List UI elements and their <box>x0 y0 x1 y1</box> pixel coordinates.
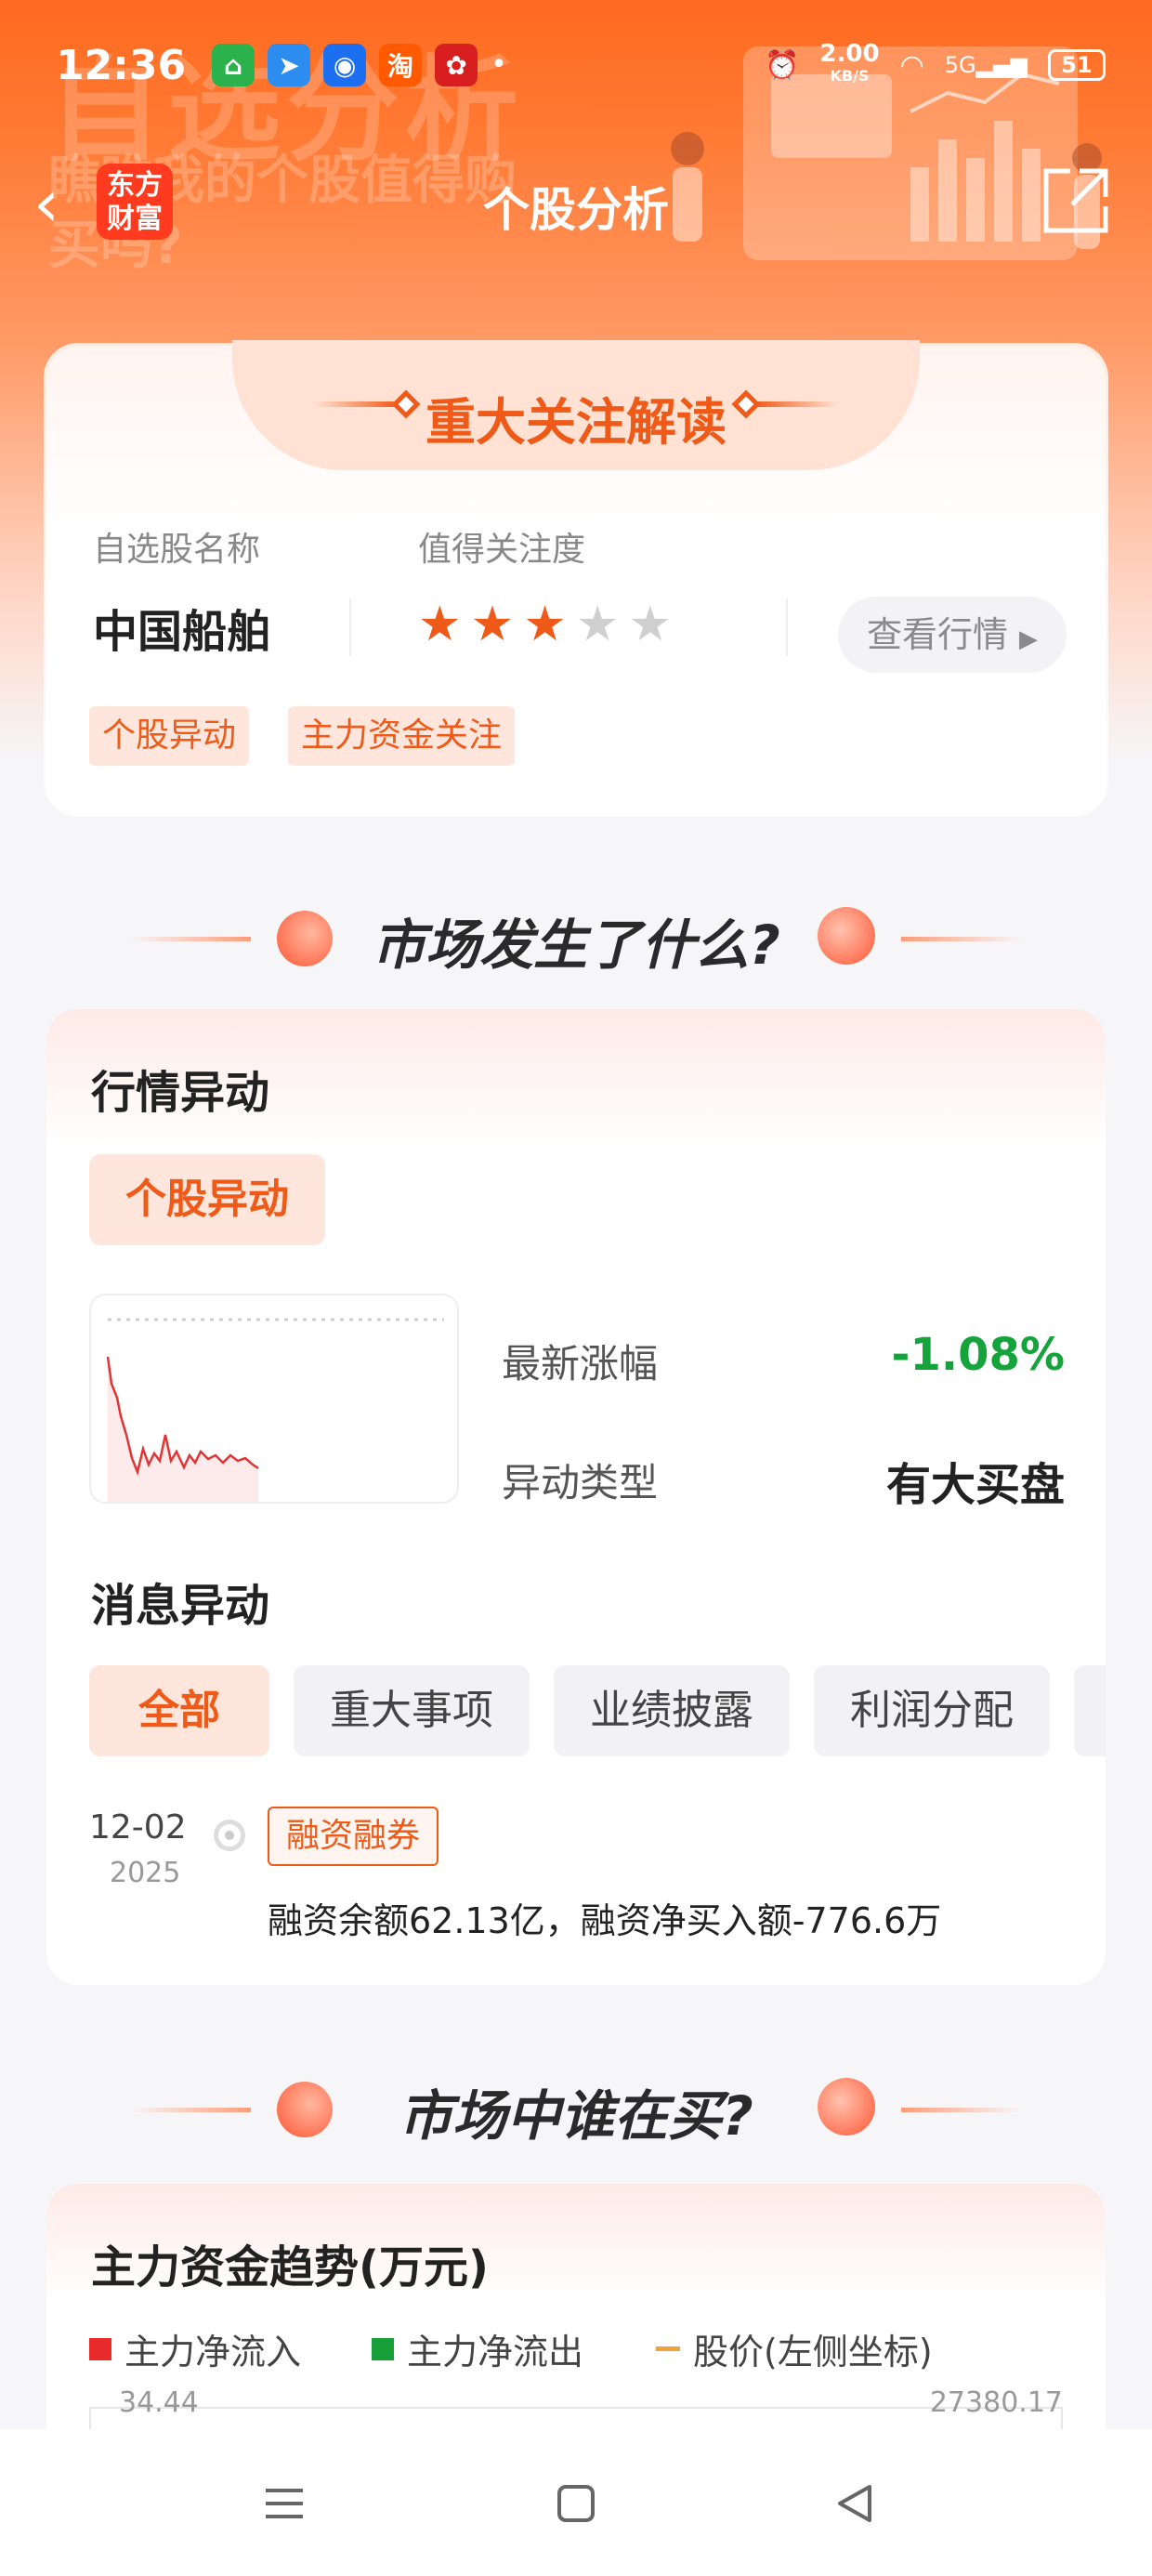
rating-stars: ★ ★ ★ ★ ★ <box>418 598 672 651</box>
tag-stock-anomaly: 个股异动 <box>89 706 250 766</box>
legend-price: 股价(左侧坐标) <box>656 2323 933 2374</box>
star-icon: ★ <box>575 597 620 652</box>
market-anomaly-card: 行情异动 个股异动 最新涨幅 -1.08% 异动类型 有大买盘 消息异动 全部 … <box>46 1009 1106 1985</box>
page-title: 个股分析 <box>483 183 669 237</box>
legend-outflow: 主力净流出 <box>372 2323 583 2374</box>
filter-all[interactable]: 全部 <box>89 1665 269 1756</box>
axis-right-top: 27380.17 <box>929 2386 1063 2419</box>
filter-major-events[interactable]: 重大事项 <box>294 1665 530 1756</box>
menu-icon[interactable] <box>256 2476 312 2531</box>
alarm-icon: ⏰ <box>765 48 800 82</box>
axis-left-top: 34.44 <box>119 2386 199 2419</box>
share-icon[interactable] <box>1039 165 1111 238</box>
legend-green-square-icon <box>372 2337 394 2360</box>
filter-earnings[interactable]: 业绩披露 <box>554 1665 790 1756</box>
stock-name[interactable]: 中国船舶 <box>93 595 271 660</box>
system-nav-bar <box>0 2429 1152 2576</box>
divider <box>786 598 788 656</box>
more-dot-icon: • <box>491 48 507 81</box>
section-header-what-happened: 市场发生了什么? <box>0 892 1152 977</box>
latest-change-value: -1.08% <box>891 1329 1065 1381</box>
caret-right-icon: ▶ <box>1019 625 1039 653</box>
taobao-app-icon: 淘 <box>379 44 423 86</box>
section-line-right <box>901 2108 1022 2112</box>
timeline-dot-icon <box>214 1820 245 1851</box>
rating-label: 值得关注度 <box>418 531 586 569</box>
news-year: 2025 <box>110 1857 181 1889</box>
network-speed: 2.00 KB/S <box>819 40 880 85</box>
chat-app-icon: ◉ <box>323 44 367 86</box>
battery-icon: 51 <box>1048 49 1106 81</box>
anomaly-type-value: 有大买盘 <box>885 1459 1065 1511</box>
section-header-who-buys: 市场中谁在买? <box>0 2063 1152 2148</box>
bubble-decoration <box>818 2078 875 2136</box>
news-tag: 融资融券 <box>268 1807 439 1866</box>
focus-banner: 重大关注解读 <box>232 340 920 470</box>
fund-flow-heading: 主力资金趋势(万元) <box>91 2241 489 2293</box>
star-icon: ★ <box>628 597 673 652</box>
back-triangle-icon[interactable] <box>827 2476 883 2531</box>
filter-dividend[interactable]: 利润分配 <box>814 1665 1050 1756</box>
star-icon: ★ <box>470 597 515 652</box>
news-anomaly-heading: 消息异动 <box>91 1580 270 1632</box>
section-line-right <box>901 937 1022 941</box>
top-nav: ‹ 东方财富 个股分析 <box>0 158 1152 251</box>
bubble-decoration <box>818 907 875 965</box>
star-icon: ★ <box>418 597 462 652</box>
home-app-icon: ⌂ <box>212 44 255 86</box>
news-text[interactable]: 融资余额62.13亿，融资净买入额-776.6万 <box>268 1892 941 1943</box>
intraday-sparkline <box>106 1318 444 1502</box>
market-anomaly-heading: 行情异动 <box>91 1067 270 1119</box>
focus-title: 重大关注解读 <box>425 393 727 452</box>
stock-name-label: 自选股名称 <box>93 531 261 569</box>
status-time: 12:36 <box>56 41 187 89</box>
chip-stock-anomaly[interactable]: 个股异动 <box>89 1154 325 1245</box>
tag-main-capital: 主力资金关注 <box>288 706 516 766</box>
latest-change-label: 最新涨幅 <box>502 1341 659 1387</box>
signal-icon: 5G▂▄▆ <box>944 52 1028 78</box>
flower-app-icon: ✿ <box>435 44 478 86</box>
status-bar: 12:36 ⌂ ➤ ◉ 淘 ✿ • ⏰ 2.00 KB/S ◠ 5G▂▄▆ 51 <box>56 37 1106 93</box>
legend-inflow: 主力净流入 <box>89 2323 301 2374</box>
home-square-icon[interactable] <box>548 2476 604 2531</box>
telegram-app-icon: ➤ <box>268 44 311 86</box>
legend-red-square-icon <box>89 2337 111 2360</box>
wifi-icon: ◠ <box>899 48 924 82</box>
legend-orange-line-icon <box>656 2346 680 2351</box>
divider <box>349 598 351 656</box>
banner-deco-right <box>754 401 838 407</box>
intraday-mini-chart[interactable] <box>89 1294 459 1504</box>
focus-card: 重大关注解读 自选股名称 值得关注度 中国船舶 ★ ★ ★ ★ ★ 查看行情 ▶ 个股异… <box>46 340 1106 814</box>
star-icon: ★ <box>523 597 567 652</box>
filter-more-partial[interactable] <box>1074 1665 1106 1756</box>
view-quote-button[interactable]: 查看行情 ▶ <box>838 597 1067 673</box>
anomaly-type-label: 异动类型 <box>502 1460 659 1505</box>
notification-icons: ⌂ ➤ ◉ 淘 ✿ • <box>212 44 507 86</box>
news-date: 12-02 <box>89 1808 187 1847</box>
